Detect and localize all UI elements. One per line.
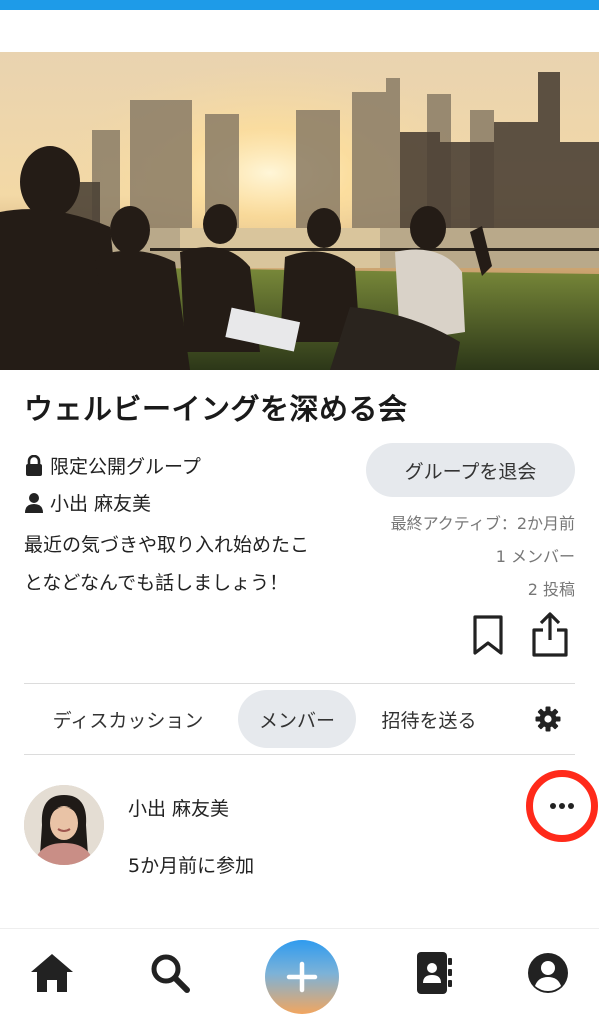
bottom-navigation xyxy=(0,928,599,1024)
member-count: 1 メンバー xyxy=(495,547,575,566)
group-owner: 小出 麻友美 xyxy=(24,489,151,516)
group-description: 最近の気づきや取り入れ始めたこ となどなんでも話しましょう！ xyxy=(24,526,344,602)
last-active-text: 最終アクティブ：2か月前 xyxy=(390,514,575,533)
profile-icon[interactable] xyxy=(524,949,572,997)
group-owner-name[interactable]: 小出 麻友美 xyxy=(50,489,151,516)
plus-icon xyxy=(286,961,318,993)
group-description-line: となどなんでも話しましょう！ xyxy=(24,572,289,594)
group-privacy: 限定公開グループ xyxy=(24,452,201,479)
member-name[interactable]: 小出 麻友美 xyxy=(128,794,229,821)
gear-icon[interactable] xyxy=(524,690,572,748)
group-cover-image xyxy=(0,52,599,370)
group-privacy-label: 限定公開グループ xyxy=(50,456,201,478)
home-icon[interactable] xyxy=(28,949,76,997)
avatar[interactable] xyxy=(24,785,104,865)
top-accent-bar xyxy=(0,0,599,10)
share-icon[interactable] xyxy=(531,610,569,662)
directory-icon[interactable] xyxy=(410,949,458,997)
more-icon xyxy=(550,803,574,809)
member-joined-date: 5か月前に参加 xyxy=(128,855,255,877)
create-post-button[interactable] xyxy=(265,940,339,1014)
tab-members[interactable]: メンバー xyxy=(238,690,356,748)
more-options-button[interactable] xyxy=(526,770,598,842)
leave-group-button[interactable]: グループを退会 xyxy=(366,443,575,497)
tab-discussion[interactable]: ディスカッション xyxy=(24,690,232,748)
group-title: ウェルビーイングを深める会 xyxy=(24,392,408,426)
search-icon[interactable] xyxy=(146,949,194,997)
lock-icon xyxy=(26,454,42,476)
divider xyxy=(24,683,575,684)
group-tabs: ディスカッション メンバー 招待を送る xyxy=(24,690,575,748)
bookmark-icon[interactable] xyxy=(472,614,504,660)
person-icon xyxy=(25,492,43,513)
tab-invite[interactable]: 招待を送る xyxy=(364,690,494,748)
post-count: 2 投稿 xyxy=(527,580,575,599)
group-description-line: 最近の気づきや取り入れ始めたこ xyxy=(24,534,310,556)
divider xyxy=(24,754,575,755)
